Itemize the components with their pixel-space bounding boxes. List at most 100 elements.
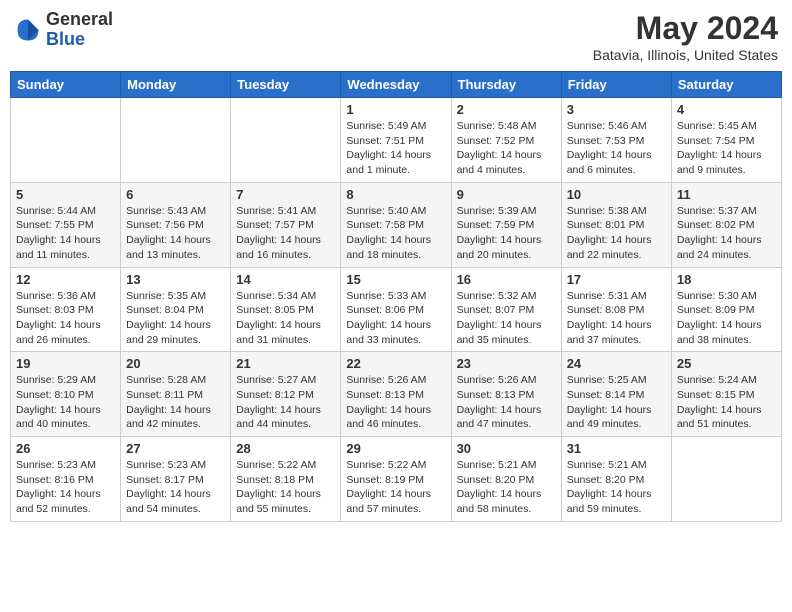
cell-sun-info: Sunrise: 5:26 AMSunset: 8:13 PMDaylight:…: [346, 374, 431, 430]
cell-day-number: 10: [567, 187, 666, 202]
day-header-wednesday: Wednesday: [341, 72, 451, 98]
calendar-cell: 23Sunrise: 5:26 AMSunset: 8:13 PMDayligh…: [451, 352, 561, 437]
cell-sun-info: Sunrise: 5:22 AMSunset: 8:19 PMDaylight:…: [346, 459, 431, 515]
calendar-week-row: 19 Sunrise: 5:29 AMSunset: 8:10 PMDayligh…: [11, 352, 782, 437]
calendar-cell: 31 Sunrise: 5:21 AMSunset: 8:20 PMDayligh…: [561, 437, 671, 522]
month-title: May 2024: [593, 10, 778, 47]
calendar-header-row: SundayMondayTuesdayWednesdayThursdayFrid…: [11, 72, 782, 98]
cell-day-number: 15: [346, 272, 445, 287]
calendar-cell: 14 Sunrise: 5:34 AMSunset: 8:05 PMDayligh…: [231, 267, 341, 352]
day-header-thursday: Thursday: [451, 72, 561, 98]
cell-day-number: 16: [457, 272, 556, 287]
cell-sun-info: Sunrise: 5:48 AMSunset: 7:52 PMDaylight:…: [457, 120, 542, 176]
cell-day-number: 11: [677, 187, 776, 202]
page-header: General Blue May 2024 Batavia, Illinois,…: [10, 10, 782, 63]
calendar-week-row: 1 Sunrise: 5:49 AMSunset: 7:51 PMDaylight…: [11, 98, 782, 183]
cell-sun-info: Sunrise: 5:24 AMSunset: 8:15 PMDaylight:…: [677, 374, 762, 430]
title-block: May 2024 Batavia, Illinois, United State…: [593, 10, 778, 63]
calendar-cell: 19 Sunrise: 5:29 AMSunset: 8:10 PMDayligh…: [11, 352, 121, 437]
cell-day-number: 5: [16, 187, 115, 202]
cell-day-number: 24: [567, 356, 666, 371]
cell-sun-info: Sunrise: 5:40 AMSunset: 7:58 PMDaylight:…: [346, 205, 431, 261]
logo-icon: [14, 16, 42, 44]
cell-day-number: 1: [346, 102, 445, 117]
calendar-cell: 4 Sunrise: 5:45 AMSunset: 7:54 PMDaylight…: [671, 98, 781, 183]
cell-sun-info: Sunrise: 5:29 AMSunset: 8:10 PMDaylight:…: [16, 374, 101, 430]
logo-text: General Blue: [46, 10, 113, 50]
calendar-cell: 25Sunrise: 5:24 AMSunset: 8:15 PMDayligh…: [671, 352, 781, 437]
cell-day-number: 28: [236, 441, 335, 456]
cell-sun-info: Sunrise: 5:23 AMSunset: 8:17 PMDaylight:…: [126, 459, 211, 515]
cell-sun-info: Sunrise: 5:33 AMSunset: 8:06 PMDaylight:…: [346, 290, 431, 346]
cell-day-number: 4: [677, 102, 776, 117]
cell-sun-info: Sunrise: 5:34 AMSunset: 8:05 PMDaylight:…: [236, 290, 321, 346]
calendar-cell: 12Sunrise: 5:36 AMSunset: 8:03 PMDayligh…: [11, 267, 121, 352]
calendar-cell: 20Sunrise: 5:28 AMSunset: 8:11 PMDayligh…: [121, 352, 231, 437]
cell-day-number: 14: [236, 272, 335, 287]
cell-day-number: 17: [567, 272, 666, 287]
cell-day-number: 26: [16, 441, 115, 456]
calendar-cell: 13 Sunrise: 5:35 AMSunset: 8:04 PMDayligh…: [121, 267, 231, 352]
cell-day-number: 21: [236, 356, 335, 371]
calendar-cell: 2 Sunrise: 5:48 AMSunset: 7:52 PMDaylight…: [451, 98, 561, 183]
cell-sun-info: Sunrise: 5:46 AMSunset: 7:53 PMDaylight:…: [567, 120, 652, 176]
calendar-cell: 17 Sunrise: 5:31 AMSunset: 8:08 PMDayligh…: [561, 267, 671, 352]
calendar-cell: 27 Sunrise: 5:23 AMSunset: 8:17 PMDayligh…: [121, 437, 231, 522]
cell-day-number: 31: [567, 441, 666, 456]
cell-day-number: 9: [457, 187, 556, 202]
calendar-cell: 16Sunrise: 5:32 AMSunset: 8:07 PMDayligh…: [451, 267, 561, 352]
cell-sun-info: Sunrise: 5:27 AMSunset: 8:12 PMDaylight:…: [236, 374, 321, 430]
cell-day-number: 2: [457, 102, 556, 117]
cell-sun-info: Sunrise: 5:30 AMSunset: 8:09 PMDaylight:…: [677, 290, 762, 346]
logo-blue-text: Blue: [46, 29, 85, 49]
calendar-cell: 7Sunrise: 5:41 AMSunset: 7:57 PMDaylight…: [231, 182, 341, 267]
calendar-cell: 5 Sunrise: 5:44 AMSunset: 7:55 PMDaylight…: [11, 182, 121, 267]
cell-day-number: 13: [126, 272, 225, 287]
day-header-friday: Friday: [561, 72, 671, 98]
calendar-cell: 18 Sunrise: 5:30 AMSunset: 8:09 PMDayligh…: [671, 267, 781, 352]
calendar-week-row: 5 Sunrise: 5:44 AMSunset: 7:55 PMDaylight…: [11, 182, 782, 267]
calendar-cell: 29 Sunrise: 5:22 AMSunset: 8:19 PMDayligh…: [341, 437, 451, 522]
cell-day-number: 18: [677, 272, 776, 287]
cell-sun-info: Sunrise: 5:28 AMSunset: 8:11 PMDaylight:…: [126, 374, 211, 430]
cell-sun-info: Sunrise: 5:45 AMSunset: 7:54 PMDaylight:…: [677, 120, 762, 176]
cell-sun-info: Sunrise: 5:44 AMSunset: 7:55 PMDaylight:…: [16, 205, 101, 261]
calendar-cell: [671, 437, 781, 522]
cell-day-number: 27: [126, 441, 225, 456]
location-title: Batavia, Illinois, United States: [593, 47, 778, 63]
calendar-cell: 22Sunrise: 5:26 AMSunset: 8:13 PMDayligh…: [341, 352, 451, 437]
cell-sun-info: Sunrise: 5:49 AMSunset: 7:51 PMDaylight:…: [346, 120, 431, 176]
cell-sun-info: Sunrise: 5:37 AMSunset: 8:02 PMDaylight:…: [677, 205, 762, 261]
logo: General Blue: [14, 10, 113, 50]
calendar-cell: 15 Sunrise: 5:33 AMSunset: 8:06 PMDayligh…: [341, 267, 451, 352]
day-header-saturday: Saturday: [671, 72, 781, 98]
cell-sun-info: Sunrise: 5:35 AMSunset: 8:04 PMDaylight:…: [126, 290, 211, 346]
cell-sun-info: Sunrise: 5:21 AMSunset: 8:20 PMDaylight:…: [567, 459, 652, 515]
cell-sun-info: Sunrise: 5:31 AMSunset: 8:08 PMDaylight:…: [567, 290, 652, 346]
calendar-week-row: 12Sunrise: 5:36 AMSunset: 8:03 PMDayligh…: [11, 267, 782, 352]
calendar-cell: [121, 98, 231, 183]
cell-day-number: 7: [236, 187, 335, 202]
cell-day-number: 8: [346, 187, 445, 202]
logo-general-text: General: [46, 9, 113, 29]
cell-day-number: 12: [16, 272, 115, 287]
calendar-cell: 21 Sunrise: 5:27 AMSunset: 8:12 PMDayligh…: [231, 352, 341, 437]
calendar-cell: 6 Sunrise: 5:43 AMSunset: 7:56 PMDaylight…: [121, 182, 231, 267]
day-header-monday: Monday: [121, 72, 231, 98]
day-header-tuesday: Tuesday: [231, 72, 341, 98]
cell-sun-info: Sunrise: 5:22 AMSunset: 8:18 PMDaylight:…: [236, 459, 321, 515]
calendar-cell: 8 Sunrise: 5:40 AMSunset: 7:58 PMDaylight…: [341, 182, 451, 267]
cell-day-number: 6: [126, 187, 225, 202]
calendar-cell: [11, 98, 121, 183]
cell-sun-info: Sunrise: 5:39 AMSunset: 7:59 PMDaylight:…: [457, 205, 542, 261]
calendar-cell: 24 Sunrise: 5:25 AMSunset: 8:14 PMDayligh…: [561, 352, 671, 437]
cell-sun-info: Sunrise: 5:23 AMSunset: 8:16 PMDaylight:…: [16, 459, 101, 515]
cell-day-number: 23: [457, 356, 556, 371]
day-header-sunday: Sunday: [11, 72, 121, 98]
cell-day-number: 29: [346, 441, 445, 456]
cell-sun-info: Sunrise: 5:43 AMSunset: 7:56 PMDaylight:…: [126, 205, 211, 261]
calendar-cell: 9 Sunrise: 5:39 AMSunset: 7:59 PMDaylight…: [451, 182, 561, 267]
cell-sun-info: Sunrise: 5:21 AMSunset: 8:20 PMDaylight:…: [457, 459, 542, 515]
cell-sun-info: Sunrise: 5:25 AMSunset: 8:14 PMDaylight:…: [567, 374, 652, 430]
cell-day-number: 19: [16, 356, 115, 371]
